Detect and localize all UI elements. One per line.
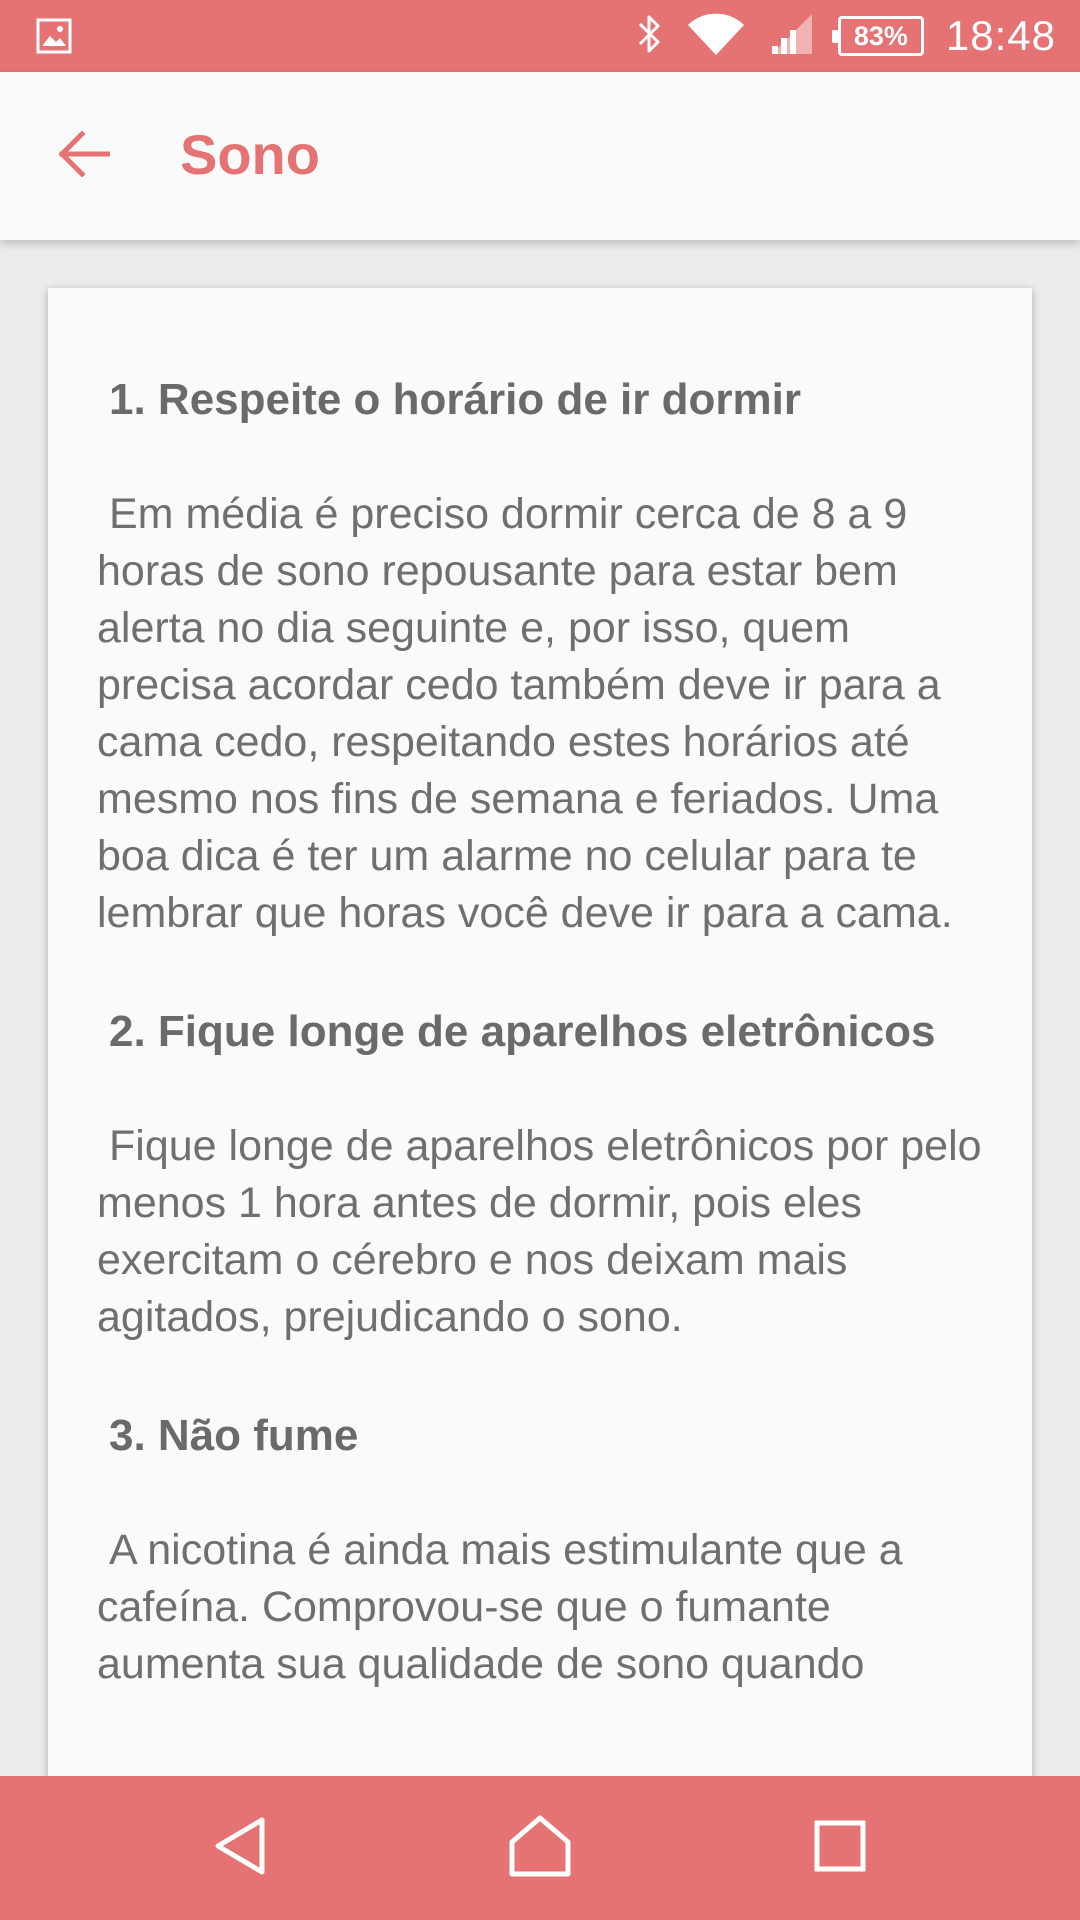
image-notification-icon: [36, 18, 72, 54]
section-3: 3. Não fume A nicotina é ainda mais esti…: [97, 1408, 982, 1693]
card-content: 1. Respeite o horário de ir dormir Em mé…: [48, 288, 1032, 1693]
recents-square-icon: [812, 1818, 868, 1879]
battery-percent: 83%: [853, 20, 908, 51]
navigation-bar: [0, 1776, 1080, 1920]
section-body: Em média é preciso dormir cerca de 8 a 9…: [97, 490, 953, 937]
wifi-icon: [686, 11, 746, 62]
status-time: 18:48: [945, 12, 1056, 59]
status-bar: 83% 18:48: [0, 0, 1080, 72]
battery-icon: 83%: [831, 16, 924, 56]
nav-home-button[interactable]: [504, 1812, 576, 1884]
section-2: 2. Fique longe de aparelhos eletrônicos …: [97, 1004, 982, 1346]
section-body: Fique longe de aparelhos eletrônicos por…: [97, 1122, 982, 1341]
section-title: 2. Fique longe de aparelhos eletrônicos: [109, 1007, 936, 1056]
back-triangle-icon: [210, 1814, 270, 1883]
page-title: Sono: [180, 123, 320, 186]
nav-back-button[interactable]: [204, 1812, 276, 1884]
home-icon: [507, 1814, 573, 1883]
back-button[interactable]: [40, 112, 128, 200]
content-card[interactable]: 1. Respeite o horário de ir dormir Em mé…: [48, 288, 1032, 1778]
section-title: 1. Respeite o horário de ir dormir: [109, 375, 801, 424]
app-bar: Sono: [0, 72, 1080, 240]
signal-icon: [768, 12, 816, 61]
bluetooth-icon: [634, 12, 664, 61]
section-body: A nicotina é ainda mais estimulante que …: [97, 1526, 903, 1688]
section-title: 3. Não fume: [109, 1411, 359, 1460]
section-1: 1. Respeite o horário de ir dormir Em mé…: [97, 372, 982, 942]
status-icons: 83% 18:48: [634, 0, 1056, 72]
arrow-back-icon: [58, 129, 111, 182]
nav-recents-button[interactable]: [804, 1812, 876, 1884]
